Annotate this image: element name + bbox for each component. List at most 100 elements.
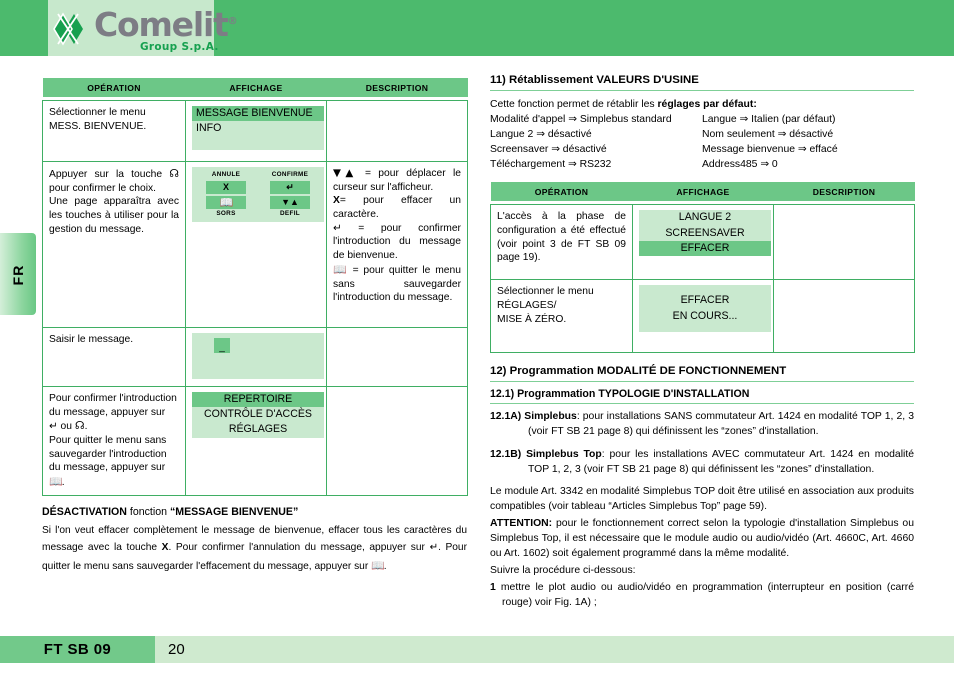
keypad-key-book: 📖 [206, 195, 246, 209]
default-item: Téléchargement ⇒ RS232 [490, 159, 612, 171]
registered-mark: ® [227, 16, 238, 27]
default-item: Message bienvenue ⇒ effacé [702, 144, 838, 156]
deactivation-paragraph: Si l'on veut effacer complètement le mes… [42, 524, 467, 572]
table-header-row: OPÉRATION AFFICHAGE DESCRIPTION [42, 78, 468, 97]
keypad-caption-confirme: CONFIRME [271, 171, 309, 178]
book-icon: 📖 [371, 558, 385, 572]
cell-description [326, 100, 468, 162]
lcd-line: LANGUE 2 [678, 211, 732, 224]
description-item: ↵ = pour confirmer l'introduction du mes… [333, 221, 461, 262]
column-header-operation: OPÉRATION [42, 78, 186, 97]
column-header-description: DESCRIPTION [773, 182, 915, 202]
page-footer: FT SB 09 20 [0, 636, 954, 663]
cell-description [773, 204, 915, 281]
cell-operation: Pour confirmer l'introduction du message… [42, 386, 186, 496]
table-row: Sélectionner le menu RÉGLAGES/ MISE À ZÉ… [490, 279, 915, 354]
lcd-line: INFO [196, 122, 222, 135]
bell-icon: ☊ [169, 167, 179, 180]
lcd-line: CONTRÔLE D'ACCÈS [204, 408, 312, 421]
column-header-affichage: AFFICHAGE [632, 182, 774, 202]
lcd-line-selected: MESSAGE BIENVENUE [192, 106, 324, 122]
cell-affichage: ANNULE CONFIRME X ↵ 📖 ▼▲ SORS DEFIL [185, 161, 327, 328]
lcd-line: EFFACER [680, 294, 730, 307]
column-header-operation: OPÉRATION [490, 182, 633, 202]
lcd-display: MESSAGE BIENVENUE INFO [192, 106, 324, 151]
language-side-tab-fr: FR [0, 233, 36, 315]
comelit-logo: Comelit® Group S.p.A. [52, 8, 267, 56]
lcd-display: EFFACER EN COURS... [639, 285, 771, 332]
cell-description: ▼▲ = pour déplacer le curseur sur l'affi… [326, 161, 468, 328]
section-12-1-title: 12.1) Programmation TYPOLOGIE D'INSTALLA… [490, 388, 750, 401]
procedure-intro: Suivre la procédure ci-dessous: [490, 565, 636, 577]
enter-arrow-icon: ↵ [429, 542, 439, 554]
lcd-display-empty: _ [192, 333, 324, 379]
factory-defaults-list: Modalité d'appel ⇒ Simplebus standard La… [490, 112, 914, 172]
lcd-line: RÉGLAGES [228, 423, 288, 436]
footer-doc-code: FT SB 09 [43, 641, 112, 658]
lcd-display: REPERTOIRE CONTRÔLE D'ACCÈS RÉGLAGES [192, 392, 324, 438]
column-header-affichage: AFFICHAGE [185, 78, 327, 97]
column-header-description: DESCRIPTION [326, 78, 468, 97]
attention-paragraph: ATTENTION: pour le fonctionnement correc… [490, 517, 914, 560]
default-item: Nom seulement ⇒ désactivé [702, 129, 834, 141]
lcd-blank-line [192, 136, 324, 150]
keypad-diagram: ANNULE CONFIRME X ↵ 📖 ▼▲ SORS DEFIL [192, 167, 324, 223]
cell-operation: Saisir le message. [42, 327, 186, 387]
table-row: Sélectionner le menu MESS. BIENVENUE. ME… [42, 100, 468, 162]
down-up-arrows-icon: ▼▲ [281, 196, 299, 207]
section-rule [490, 381, 914, 383]
paragraph-module-3342: Le module Art. 3342 en modalité Simplebu… [490, 485, 914, 512]
right-column: 11) Rétablissement VALEURS D'USINE Cette… [490, 74, 915, 610]
operations-table-right: OPÉRATION AFFICHAGE DESCRIPTION L'accès … [490, 182, 915, 354]
default-item: Address485 ⇒ 0 [702, 159, 778, 171]
cell-affichage: _ [185, 327, 327, 387]
table-row: Saisir le message. _ [42, 327, 468, 387]
keypad-key-x: X [206, 180, 246, 194]
book-icon: 📖 [333, 262, 349, 276]
default-item: Modalité d'appel ⇒ Simplebus standard [490, 114, 672, 126]
cell-operation: L'accès à la phase de configuration a ét… [490, 204, 633, 281]
logo-wordmark: Comelit [94, 5, 229, 44]
enter-arrow-icon: ↵ [333, 221, 342, 234]
section-11-intro: Cette fonction permet de rétablir les ré… [490, 99, 757, 110]
lcd-blank-line [639, 285, 771, 293]
book-icon: 📖 [219, 195, 234, 209]
item-12-1-b: 12.1B) Simplebus Top: pour les installat… [490, 448, 914, 475]
cell-affichage: MESSAGE BIENVENUE INFO [185, 100, 327, 162]
keypad-caption-defil: DEFIL [280, 209, 300, 217]
cell-description [326, 386, 468, 496]
lcd-line: EN COURS... [672, 309, 738, 322]
down-up-arrows-icon: ▼▲ [333, 167, 358, 179]
lcd-display: LANGUE 2 SCREENSAVER EFFACER [639, 210, 771, 257]
footer-doc-code-tab: FT SB 09 [0, 636, 155, 663]
section-12-title: 12) Programmation MODALITÉ DE FONCTIONNE… [490, 365, 787, 378]
left-column: OPÉRATION AFFICHAGE DESCRIPTION Sélectio… [42, 78, 468, 576]
cell-operation: Sélectionner le menu MESS. BIENVENUE. [42, 100, 186, 162]
keypad-caption-annule: ANNULE [211, 171, 241, 178]
keypad-key-enter: ↵ [270, 180, 310, 194]
enter-arrow-icon: ↵ [286, 181, 294, 192]
lcd-line-selected: EFFACER [639, 240, 771, 257]
cell-operation: Appuyer sur la touche ☊ pour confirmer l… [42, 161, 186, 328]
table-row: Pour confirmer l'introduction du message… [42, 386, 468, 496]
section-11-title: 11) Rétablissement VALEURS D'USINE [490, 74, 699, 86]
cell-description [326, 327, 468, 387]
defaults-column-left: Modalité d'appel ⇒ Simplebus standard La… [490, 112, 702, 172]
defaults-column-right: Langue ⇒ Italien (par défaut) Nom seulem… [702, 112, 914, 172]
table-row: Appuyer sur la touche ☊ pour confirmer l… [42, 161, 468, 328]
keypad-key-scroll: ▼▲ [270, 195, 310, 209]
default-item: Langue 2 ⇒ désactivé [490, 129, 592, 141]
cell-affichage: LANGUE 2 SCREENSAVER EFFACER [632, 204, 774, 281]
bell-icon: ☊ [74, 419, 85, 433]
default-item: Screensaver ⇒ désactivé [490, 144, 607, 156]
lcd-line: SCREENSAVER [665, 226, 745, 239]
book-icon: 📖 [49, 475, 63, 489]
comelit-logo-mark [53, 12, 83, 46]
table-header-row: OPÉRATION AFFICHAGE DESCRIPTION [490, 182, 915, 202]
cell-affichage: EFFACER EN COURS... [632, 279, 774, 354]
item-12-1-a: 12.1A) Simplebus: pour installations SAN… [490, 411, 914, 438]
operations-table-left: OPÉRATION AFFICHAGE DESCRIPTION Sélectio… [42, 78, 468, 496]
enter-arrow-icon: ↵ [49, 420, 58, 433]
footer-page-number: 20 [168, 641, 185, 658]
cell-affichage: REPERTOIRE CONTRÔLE D'ACCÈS RÉGLAGES [185, 386, 327, 496]
